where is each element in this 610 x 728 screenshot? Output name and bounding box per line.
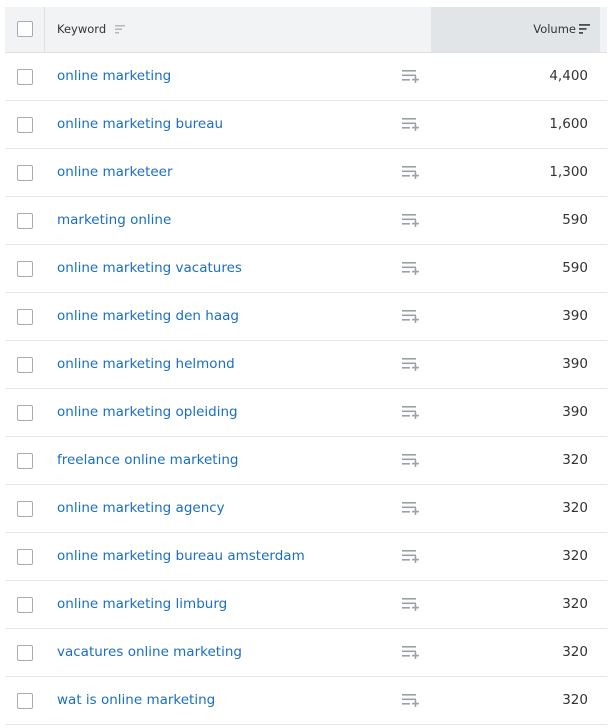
volume-value: 590 [562, 260, 588, 276]
keyword-header-label: Keyword [57, 22, 107, 36]
row-checkbox[interactable] [17, 213, 33, 229]
table-row: online marketeer 1,300 [5, 149, 607, 197]
table-header: Keyword Volume [5, 7, 607, 53]
table-row: online marketing 4,400 [5, 53, 607, 101]
volume-value: 320 [562, 692, 588, 708]
row-checkbox[interactable] [17, 501, 33, 517]
add-to-list-icon[interactable] [402, 213, 420, 227]
volume-value: 390 [562, 308, 588, 324]
table-row: online marketing limburg 320 [5, 581, 607, 629]
table-row: online marketing vacatures 590 [5, 245, 607, 293]
keyword-link[interactable]: online marketing den haag [57, 293, 239, 340]
add-to-list-icon[interactable] [402, 549, 420, 563]
add-to-list-icon[interactable] [402, 693, 420, 707]
keyword-link[interactable]: marketing online [57, 197, 171, 244]
volume-value: 320 [562, 596, 588, 612]
volume-value: 320 [562, 644, 588, 660]
row-checkbox[interactable] [17, 645, 33, 661]
keyword-link[interactable]: online marketing bureau [57, 101, 223, 148]
add-to-list-icon[interactable] [402, 597, 420, 611]
add-to-list-icon[interactable] [402, 309, 420, 323]
keyword-link[interactable]: online marketing opleiding [57, 389, 238, 436]
keyword-link[interactable]: online marketing helmond [57, 341, 235, 388]
add-to-list-icon[interactable] [402, 453, 420, 467]
row-checkbox[interactable] [17, 693, 33, 709]
table-row: marketing online 590 [5, 197, 607, 245]
row-checkbox[interactable] [17, 165, 33, 181]
keyword-link[interactable]: online marketing agency [57, 485, 225, 532]
keyword-link[interactable]: vacatures online marketing [57, 629, 242, 676]
volume-value: 4,400 [549, 68, 588, 84]
row-checkbox[interactable] [17, 453, 33, 469]
row-checkbox[interactable] [17, 405, 33, 421]
table-row: freelance online marketing 320 [5, 437, 607, 485]
volume-column-header[interactable]: Volume [431, 7, 600, 52]
table-row: online marketing den haag 390 [5, 293, 607, 341]
table-row: online marketing opleiding 390 [5, 389, 607, 437]
keyword-link[interactable]: online marketing bureau amsterdam [57, 533, 305, 580]
table-row: online marketing helmond 390 [5, 341, 607, 389]
keyword-link[interactable]: online marketing vacatures [57, 245, 242, 292]
volume-value: 1,300 [549, 164, 588, 180]
volume-header-label: Volume [533, 22, 576, 36]
row-checkbox[interactable] [17, 117, 33, 133]
row-checkbox[interactable] [17, 69, 33, 85]
add-to-list-icon[interactable] [402, 69, 420, 83]
volume-value: 590 [562, 212, 588, 228]
add-to-list-icon[interactable] [402, 117, 420, 131]
volume-value: 390 [562, 356, 588, 372]
row-checkbox[interactable] [17, 357, 33, 373]
sort-icon[interactable] [114, 25, 125, 34]
add-to-list-icon[interactable] [402, 357, 420, 371]
keyword-table: Keyword Volume online marketing 4,400 on… [5, 7, 607, 725]
volume-value: 320 [562, 548, 588, 564]
add-to-list-icon[interactable] [402, 501, 420, 515]
table-row: vacatures online marketing 320 [5, 629, 607, 677]
keyword-link[interactable]: online marketing limburg [57, 581, 227, 628]
add-to-list-icon[interactable] [402, 645, 420, 659]
row-checkbox[interactable] [17, 261, 33, 277]
select-all-checkbox[interactable] [17, 21, 33, 37]
table-body: online marketing 4,400 online marketing … [5, 53, 607, 725]
table-row: online marketing bureau 1,600 [5, 101, 607, 149]
table-row: online marketing bureau amsterdam 320 [5, 533, 607, 581]
keyword-link[interactable]: freelance online marketing [57, 437, 238, 484]
sort-descending-icon[interactable] [579, 24, 590, 34]
row-checkbox[interactable] [17, 309, 33, 325]
volume-value: 320 [562, 500, 588, 516]
keyword-link[interactable]: wat is online marketing [57, 677, 215, 724]
volume-value: 1,600 [549, 116, 588, 132]
add-to-list-icon[interactable] [402, 405, 420, 419]
keyword-link[interactable]: online marketing [57, 53, 171, 100]
add-to-list-icon[interactable] [402, 165, 420, 179]
table-row: wat is online marketing 320 [5, 677, 607, 725]
table-row: online marketing agency 320 [5, 485, 607, 533]
keyword-link[interactable]: online marketeer [57, 149, 173, 196]
add-to-list-icon[interactable] [402, 261, 420, 275]
volume-value: 320 [562, 452, 588, 468]
select-all-cell [5, 7, 45, 52]
row-checkbox[interactable] [17, 549, 33, 565]
row-checkbox[interactable] [17, 597, 33, 613]
volume-value: 390 [562, 404, 588, 420]
keyword-column-header[interactable]: Keyword [57, 7, 125, 52]
